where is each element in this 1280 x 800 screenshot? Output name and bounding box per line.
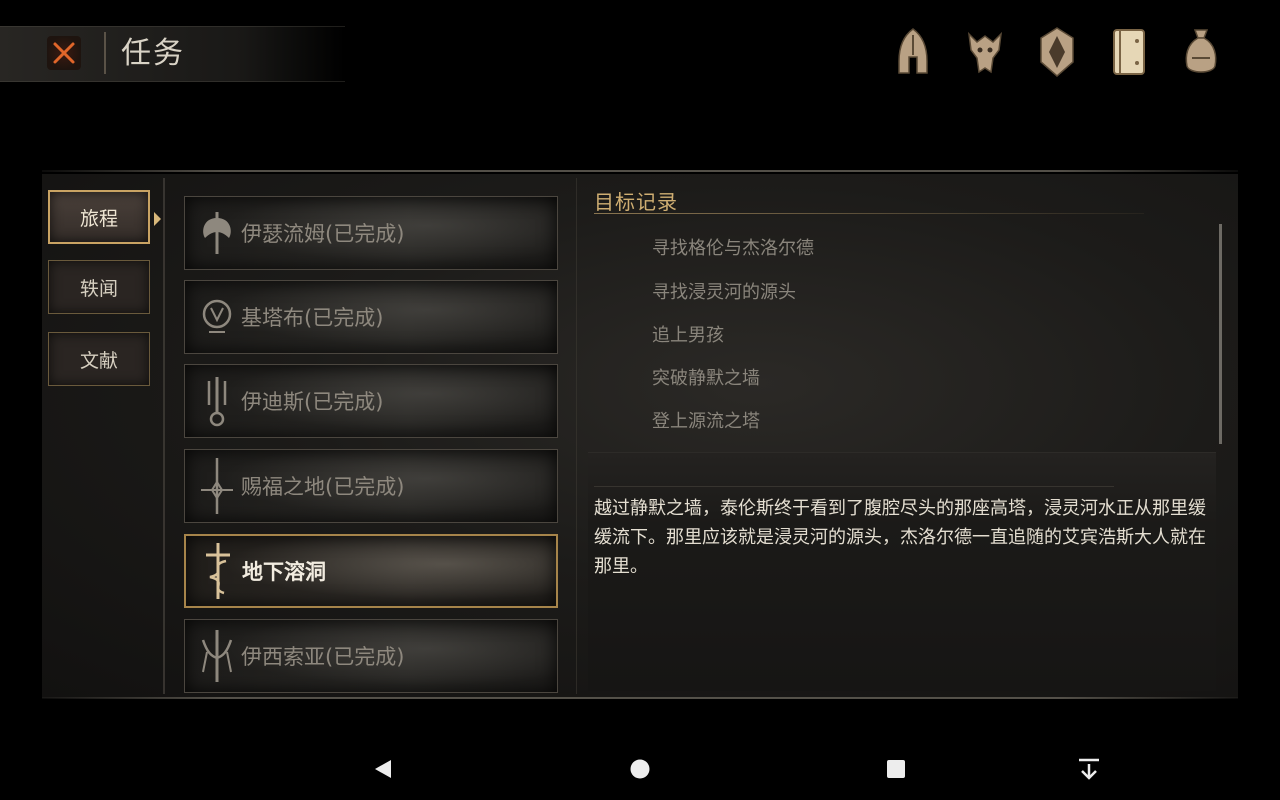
quest-item[interactable]: 基塔布(已完成): [184, 280, 558, 354]
journal-book-icon[interactable]: [1106, 24, 1152, 80]
quest-item[interactable]: 伊迪斯(已完成): [184, 364, 558, 438]
quest-label: 伊瑟流姆(已完成): [241, 222, 405, 246]
quest-description: 越过静默之墙，泰伦斯终于看到了腹腔尽头的那座高塔，浸灵河水正从那里缓缓流下。那里…: [594, 498, 1206, 577]
quest-item-active[interactable]: 地下溶洞: [184, 534, 558, 608]
column-divider: [163, 178, 165, 694]
recents-icon[interactable]: [881, 754, 911, 784]
objectives-title-underline: [594, 213, 1144, 214]
objectives-scrollbar[interactable]: [1219, 224, 1222, 444]
tab-anecdotes[interactable]: 轶闻: [48, 260, 150, 314]
objective-item: 突破静默之墙: [652, 368, 760, 389]
page-title: 任务: [121, 36, 185, 71]
close-button[interactable]: [47, 36, 81, 70]
detail-divider: [576, 178, 577, 694]
tab-label: 文献: [79, 349, 118, 372]
panel-top-border: [42, 170, 1238, 172]
tab-label: 轶闻: [79, 277, 118, 300]
quest-label: 地下溶洞: [242, 560, 326, 584]
quest-item[interactable]: 伊西索亚(已完成): [184, 619, 558, 693]
shield-emblem-icon[interactable]: [1034, 24, 1080, 80]
axe-emblem-icon: [195, 198, 239, 268]
objective-item: 登上源流之塔: [652, 411, 760, 432]
quest-label: 伊西索亚(已完成): [241, 645, 405, 669]
objectives-title: 目标记录: [594, 190, 678, 214]
quest-label: 基塔布(已完成): [241, 306, 384, 330]
tab-documents[interactable]: 文献: [48, 332, 150, 386]
system-nav-bar: [0, 730, 1280, 800]
home-icon[interactable]: [625, 754, 655, 784]
close-x-icon: [53, 42, 75, 64]
description-separator: [594, 486, 1114, 487]
quest-label: 伊迪斯(已完成): [241, 390, 384, 414]
trident-sigil-icon: [195, 366, 239, 436]
active-tab-arrow-icon: [154, 212, 161, 226]
panel-bottom-border: [42, 697, 1238, 699]
quest-item[interactable]: 赐福之地(已完成): [184, 449, 558, 523]
tab-label: 旅程: [79, 207, 118, 230]
objective-item: 寻找格伦与杰洛尔德: [652, 238, 814, 259]
sword-cross-icon: [195, 451, 239, 521]
objective-item: 寻找浸灵河的源头: [652, 282, 796, 303]
coin-bag-icon[interactable]: [1178, 24, 1224, 80]
title-separator: [104, 32, 106, 74]
quest-item[interactable]: 伊瑟流姆(已完成): [184, 196, 558, 270]
back-icon[interactable]: [368, 754, 398, 784]
beast-skull-icon[interactable]: [962, 24, 1008, 80]
ring-sigil-icon: [195, 282, 239, 352]
objective-item: 追上男孩: [652, 325, 724, 346]
claw-blade-icon: [195, 621, 239, 691]
quest-label: 赐福之地(已完成): [241, 475, 405, 499]
helmet-icon[interactable]: [890, 24, 936, 80]
serpent-sword-icon: [196, 536, 240, 606]
top-menu-icons: [890, 24, 1224, 80]
hide-nav-icon[interactable]: [1074, 754, 1104, 784]
tab-journey[interactable]: 旅程: [48, 190, 161, 244]
